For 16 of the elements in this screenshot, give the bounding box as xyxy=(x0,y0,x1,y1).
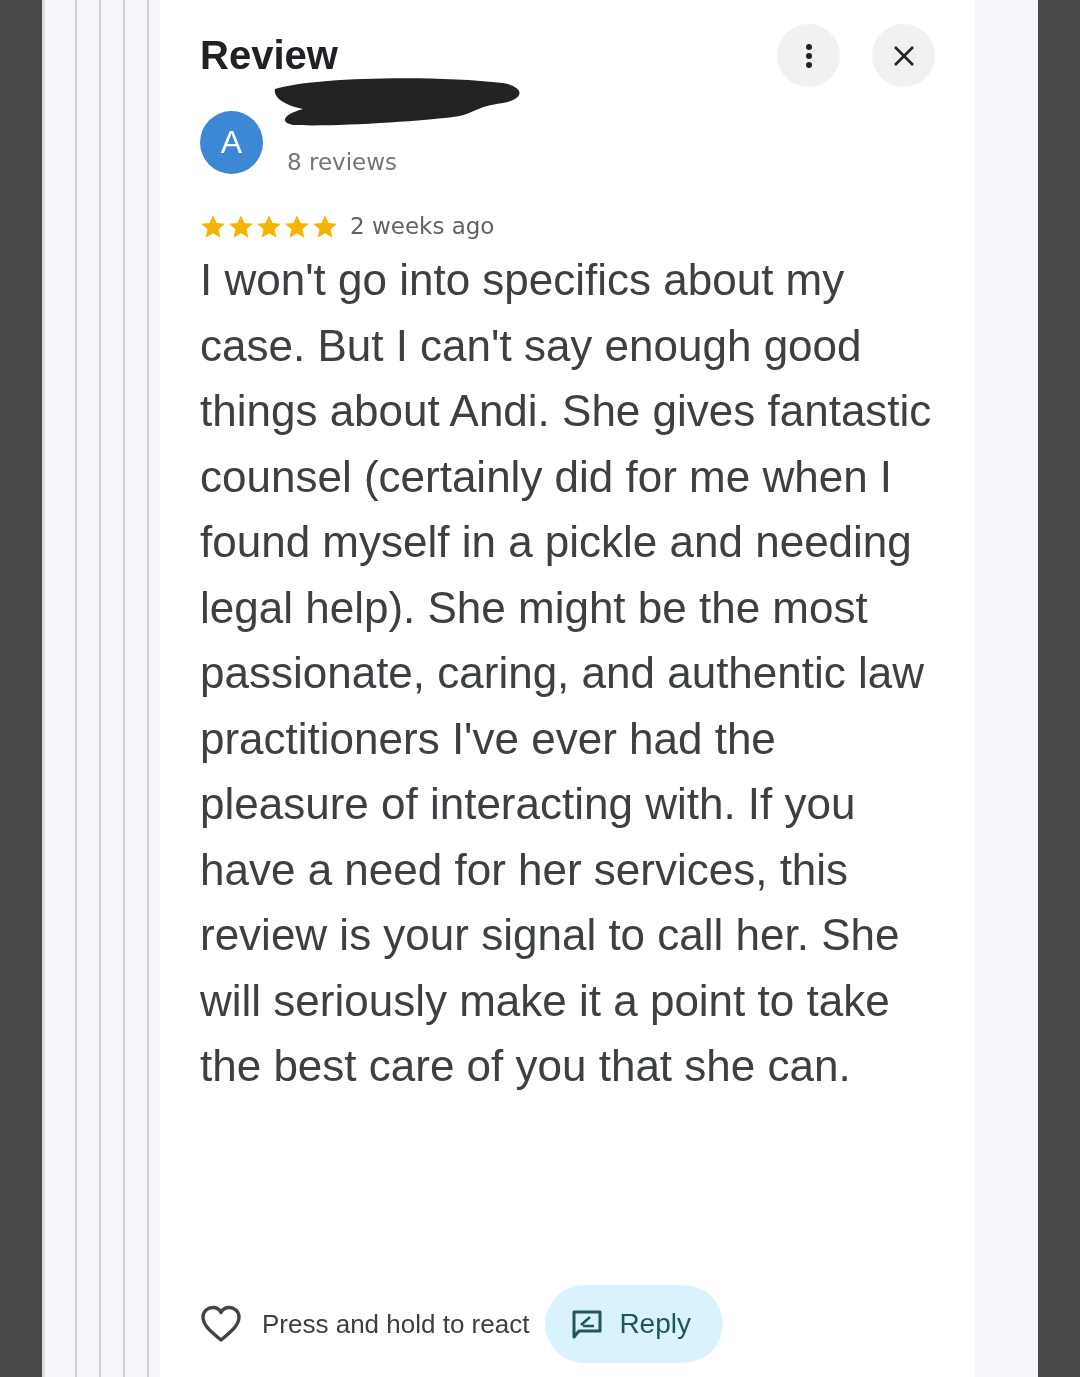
close-icon xyxy=(892,44,915,67)
review-title: Review xyxy=(200,33,338,78)
reply-icon xyxy=(571,1309,604,1339)
avatar[interactable]: A xyxy=(200,110,263,174)
star-icon xyxy=(256,213,282,239)
review-count: 8 reviews xyxy=(287,149,398,175)
more-icon xyxy=(804,42,813,69)
star-icon xyxy=(228,213,254,239)
star-icon xyxy=(200,213,226,239)
review-text: I won't go into specifics about my case. But I can't say enough good things about Andi. She gives fantastic counsel (certainly did for me when I found myself in a pickle and needing legal help). She might be the most passionate, caring, and authentic law practitioners I've ever had the pleasure of interacting with. If you have a need for her services, this review is your signal to call her. She will seriously make it a point to take the best care of you that she can. xyxy=(200,254,933,1092)
star-icon xyxy=(284,213,310,239)
review-time: 2 weeks ago xyxy=(350,213,495,239)
reply-button[interactable]: Reply xyxy=(545,1285,723,1363)
star-icon xyxy=(312,213,338,239)
react-hint: Press and hold to react xyxy=(262,1308,530,1340)
heart-icon[interactable] xyxy=(200,1305,242,1343)
